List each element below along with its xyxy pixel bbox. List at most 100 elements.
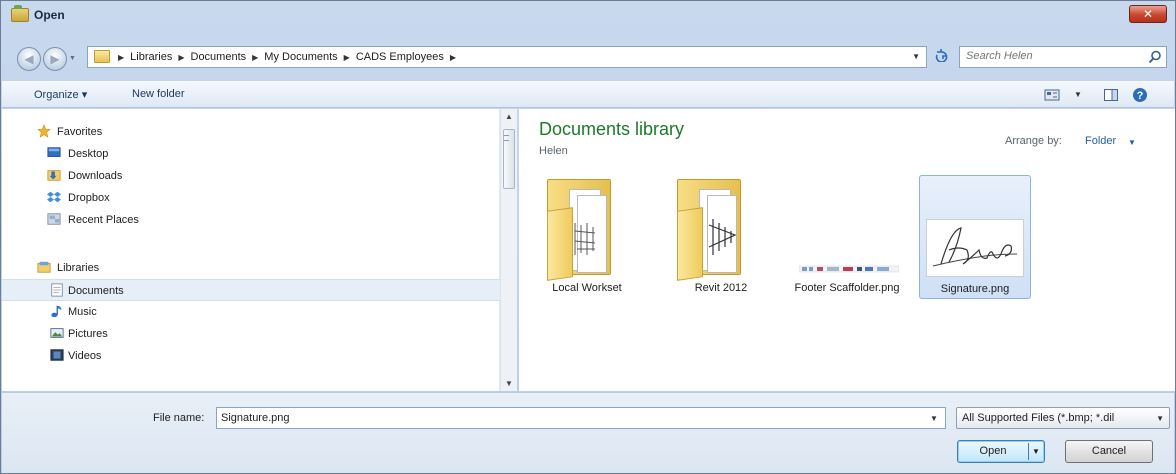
nav-item-documents[interactable]: Documents: [2, 279, 500, 301]
navigation-pane: Favorites Desktop Downloads Dropbox Rece…: [2, 109, 500, 391]
file-list-pane: Documents library Helen Arrange by: Fold…: [519, 109, 1175, 391]
window-title: Open: [34, 8, 65, 22]
breadcrumb-my-documents[interactable]: My Documents: [264, 51, 337, 64]
search-icon[interactable]: [1148, 50, 1162, 64]
file-type-value: All Supported Files (*.bmp; *.dil: [962, 412, 1115, 424]
arrange-by-label: Arrange by:: [1005, 135, 1062, 147]
address-dropdown-icon[interactable]: ▼: [912, 52, 920, 61]
preview-pane-icon[interactable]: [1103, 87, 1119, 103]
file-item-revit-2012[interactable]: Revit 2012: [665, 175, 777, 299]
nav-item-videos[interactable]: Videos: [2, 345, 500, 367]
nav-item-label: Downloads: [68, 170, 123, 182]
open-button[interactable]: Open ▼: [957, 440, 1045, 463]
breadcrumb-separator-icon[interactable]: ▶: [252, 51, 258, 64]
image-thumbnail-icon: [799, 265, 899, 273]
nav-item-label: Pictures: [68, 328, 108, 340]
chevron-down-icon: ▼: [1156, 414, 1164, 423]
open-dialog: Open ✕ ◀ ▶ ▼ ▶ Libraries ▶ Documents ▶ M…: [0, 0, 1176, 474]
dropbox-icon: [47, 191, 61, 203]
breadcrumb-documents[interactable]: Documents: [191, 51, 247, 64]
nav-favorites-label: Favorites: [57, 126, 103, 138]
nav-item-music[interactable]: Music: [2, 301, 500, 323]
downloads-icon: [47, 170, 61, 181]
nav-pane-scrollbar[interactable]: ▲ ▼: [500, 109, 517, 391]
open-button-label: Open: [979, 445, 1007, 457]
nav-item-downloads[interactable]: Downloads: [2, 165, 500, 187]
scroll-down-icon[interactable]: ▼: [505, 379, 513, 388]
file-name-label: File name:: [153, 412, 205, 424]
folder-icon: [94, 50, 110, 63]
file-name-input[interactable]: [216, 407, 946, 429]
music-icon: [51, 305, 62, 318]
file-item-footer-scaffolder[interactable]: Footer Scaffolder.png: [791, 175, 903, 299]
breadcrumb-separator-icon[interactable]: ▶: [118, 51, 124, 64]
scroll-up-icon[interactable]: ▲: [505, 112, 513, 121]
nav-item-label: Videos: [68, 350, 102, 362]
refresh-icon: [935, 49, 948, 63]
nav-libraries-label: Libraries: [57, 262, 100, 274]
documents-icon: [51, 283, 63, 297]
file-item-label: Footer Scaffolder.png: [794, 282, 900, 294]
folder-icon: [677, 179, 757, 281]
nav-item-dropbox[interactable]: Dropbox: [2, 187, 500, 209]
videos-icon: [50, 349, 64, 361]
pictures-icon: [50, 328, 64, 338]
arrange-by-dropdown[interactable]: Folder: [1085, 135, 1116, 147]
view-options-chevron-icon[interactable]: ▼: [1074, 90, 1082, 106]
file-item-label: Revit 2012: [694, 282, 748, 294]
arrange-by-chevron-icon[interactable]: ▼: [1128, 138, 1136, 147]
nav-item-label: Documents: [68, 285, 124, 297]
image-thumbnail-icon: [926, 219, 1024, 277]
back-button[interactable]: ◀: [17, 47, 41, 71]
libraries-icon: [37, 261, 51, 273]
breadcrumb-libraries[interactable]: Libraries: [130, 51, 172, 64]
desktop-icon: [47, 147, 61, 157]
search-input[interactable]: [966, 50, 1136, 62]
open-options-chevron-icon[interactable]: ▼: [1032, 441, 1040, 462]
refresh-button[interactable]: [931, 46, 953, 68]
recent-places-icon: [47, 213, 61, 225]
folder-icon: [547, 179, 627, 281]
file-item-local-workset[interactable]: Local Workset: [531, 175, 643, 299]
star-icon: [37, 124, 51, 138]
nav-item-label: Desktop: [68, 148, 109, 160]
breadcrumb-separator-icon[interactable]: ▶: [450, 51, 456, 64]
file-item-signature[interactable]: Signature.png: [919, 175, 1031, 299]
file-item-label: Local Workset: [552, 282, 622, 294]
recent-locations-chevron-icon[interactable]: ▼: [69, 55, 76, 62]
file-name-dropdown-icon[interactable]: ▼: [930, 414, 938, 423]
forward-button[interactable]: ▶: [43, 47, 67, 71]
nav-favorites-header[interactable]: Favorites: [2, 121, 500, 143]
dialog-footer: File name: ▼ All Supported Files (*.bmp;…: [2, 392, 1174, 473]
breadcrumb-separator-icon[interactable]: ▶: [178, 51, 184, 64]
address-bar[interactable]: ▶ Libraries ▶ Documents ▶ My Documents ▶…: [87, 46, 927, 68]
split-divider: [1028, 443, 1029, 460]
nav-item-pictures[interactable]: Pictures: [2, 323, 500, 345]
cancel-button[interactable]: Cancel: [1065, 440, 1153, 463]
breadcrumb-cads-employees[interactable]: CADS Employees: [356, 51, 444, 64]
breadcrumb: ▶ Libraries ▶ Documents ▶ My Documents ▶…: [118, 51, 456, 64]
help-icon[interactable]: ?: [1132, 87, 1148, 103]
address-row: ◀ ▶ ▼ ▶ Libraries ▶ Documents ▶ My Docum…: [1, 41, 1175, 73]
nav-item-desktop[interactable]: Desktop: [2, 143, 500, 165]
search-box[interactable]: [959, 46, 1167, 68]
organize-button[interactable]: Organize ▾: [34, 88, 87, 101]
close-button[interactable]: ✕: [1129, 5, 1167, 23]
title-bar[interactable]: Open ✕: [1, 1, 1175, 33]
command-bar: Organize ▾ New folder ▼ ?: [2, 80, 1174, 108]
nav-item-label: Recent Places: [68, 214, 139, 226]
nav-libraries-header[interactable]: Libraries: [2, 257, 500, 279]
library-subtitle: Helen: [539, 145, 568, 157]
new-folder-button[interactable]: New folder: [132, 88, 185, 100]
change-view-icon[interactable]: [1044, 87, 1060, 103]
nav-item-label: Music: [68, 306, 97, 318]
breadcrumb-separator-icon[interactable]: ▶: [344, 51, 350, 64]
scroll-grip-icon: [504, 135, 509, 141]
folder-icon: [11, 5, 29, 22]
library-title: Documents library: [539, 119, 685, 139]
nav-item-recent-places[interactable]: Recent Places: [2, 209, 500, 231]
svg-text:?: ?: [1137, 90, 1144, 102]
nav-item-label: Dropbox: [68, 192, 110, 204]
file-type-select[interactable]: All Supported Files (*.bmp; *.dil ▼: [956, 407, 1170, 429]
file-item-label: Signature.png: [940, 283, 1010, 295]
